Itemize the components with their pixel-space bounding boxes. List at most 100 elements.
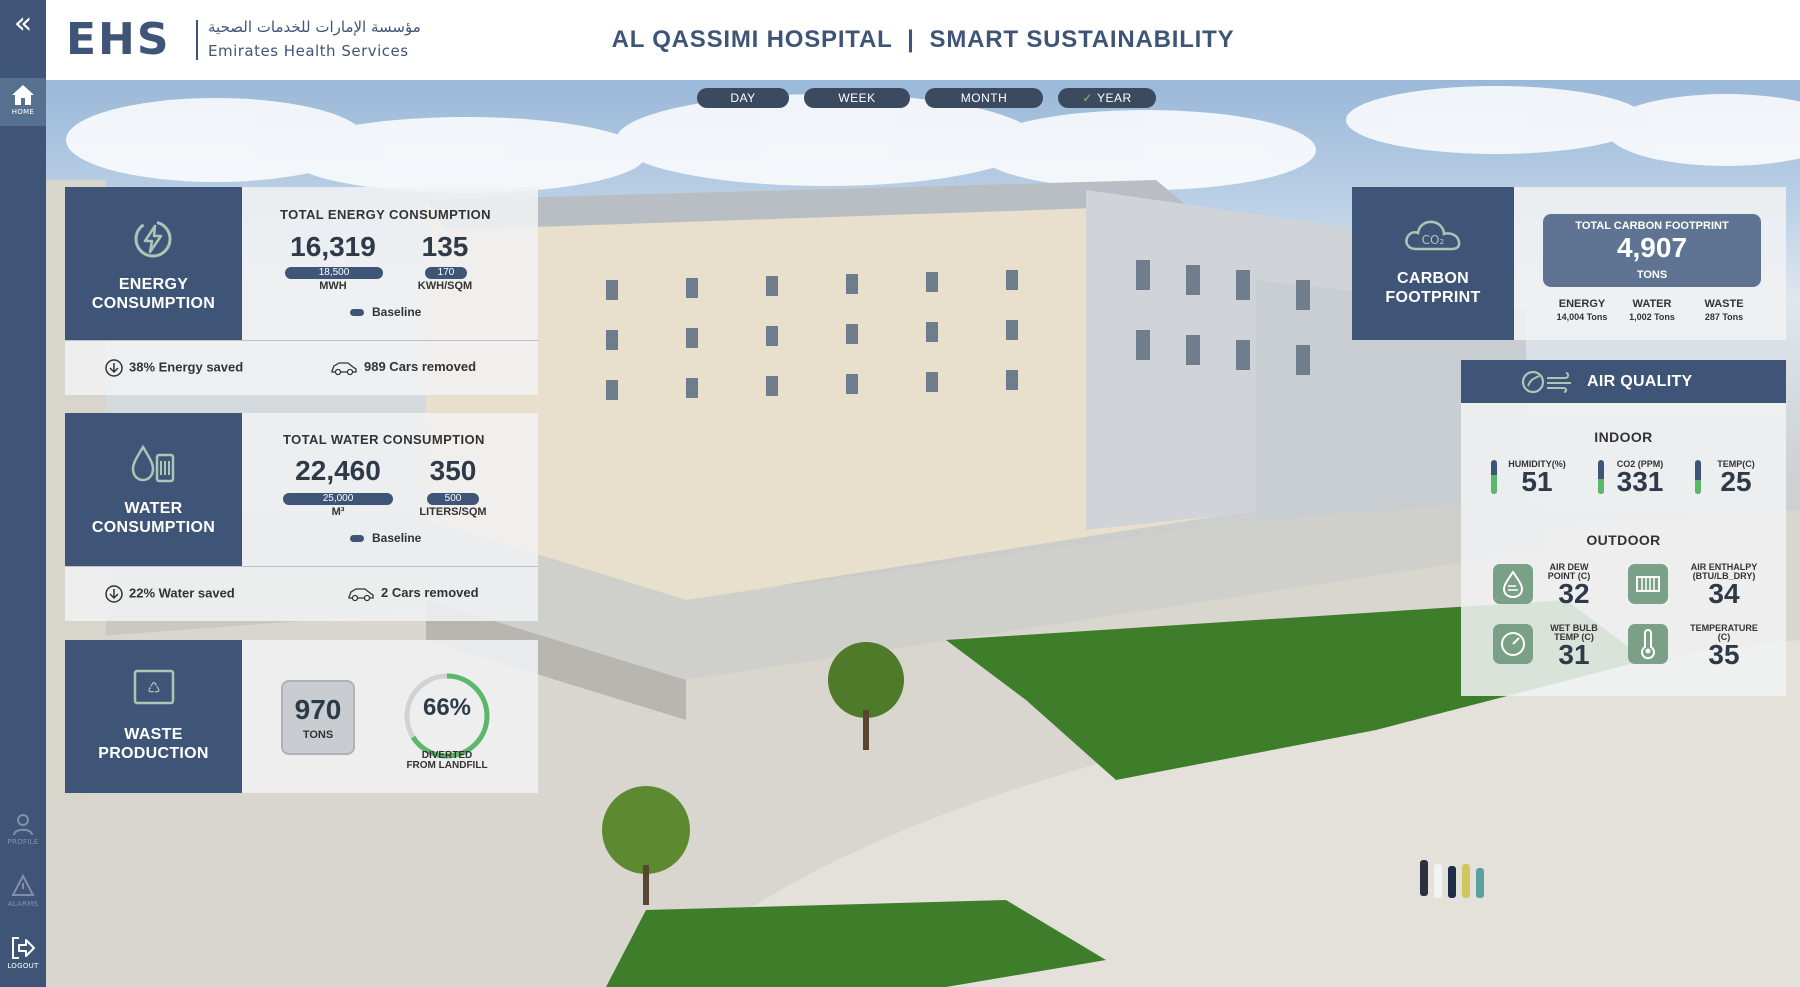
sidebar-item-profile[interactable]: PROFILE [0, 812, 46, 846]
total-energy-title: TOTAL ENERGY CONSUMPTION [280, 207, 491, 222]
carbon-energy-value: 14,004 Tons [1556, 312, 1608, 322]
water-cars-stat: 2 Cars removed [347, 585, 479, 602]
energy-consumption-panel: ENERGY CONSUMPTION TOTAL ENERGY CONSUMPT… [65, 187, 538, 395]
down-arrow-icon [105, 359, 123, 377]
tab-label: WEEK [838, 91, 876, 105]
tab-year[interactable]: ✓ YEAR [1058, 88, 1156, 108]
carbon-water-label: WATER [1632, 298, 1672, 310]
energy-cars-stat: 989 Cars removed [330, 359, 476, 376]
waste-tons-box: 970 TONS [281, 680, 355, 755]
air-quality-header[interactable]: AIR QUALITY [1461, 360, 1786, 403]
water-heading-line1: WATER [124, 500, 183, 517]
sidebar-item-alarms[interactable]: ALARMS [0, 874, 46, 908]
recycle-bin-icon: ♺ [133, 669, 175, 705]
energy-saved-stat: 38% Energy saved [105, 359, 243, 377]
water-divider [65, 566, 538, 567]
energy-heading-tile[interactable]: ENERGY CONSUMPTION [65, 187, 242, 340]
sidebar-item-label: ALARMS [7, 900, 39, 908]
tab-day[interactable]: DAY [697, 88, 789, 108]
water-consumption-panel: WATER CONSUMPTION TOTAL WATER CONSUMPTIO… [65, 413, 538, 621]
enthalpy-icon-tile [1628, 564, 1668, 604]
total-carbon-title: TOTAL CARBON FOOTPRINT [1575, 220, 1729, 232]
water-unit: M³ [331, 506, 345, 518]
energy-baseline-legend: Baseline [350, 305, 421, 319]
radiator-icon [1636, 576, 1660, 592]
water-saved-stat: 22% Water saved [105, 585, 235, 603]
temp-value: 25 [1720, 466, 1752, 497]
tab-month[interactable]: MONTH [925, 88, 1043, 108]
water-baseline-legend: Baseline [350, 531, 421, 545]
co2-label: CO₂ [1422, 233, 1445, 247]
energy-heading-line1: ENERGY [118, 276, 189, 293]
energy-saved-text: 38% Energy saved [129, 359, 244, 375]
energy-cars-text: 989 Cars removed [364, 359, 477, 374]
tab-label: MONTH [960, 91, 1008, 105]
diverted-value: 66% [422, 694, 472, 721]
sidebar-item-label: LOGOUT [7, 962, 39, 970]
dew-point-icon-tile [1493, 564, 1533, 604]
air-quality-panel: AIR QUALITY INDOOR HUMIDITY(%) 51 CO2 (P… [1461, 360, 1786, 696]
time-range-tabs: DAY WEEK MONTH ✓ YEAR [0, 88, 1800, 108]
enthalpy-value: 34 [1708, 578, 1740, 609]
carbon-water-value: 1,002 Tons [1629, 312, 1675, 322]
water-intensity-baseline-pill: 500 [427, 493, 479, 505]
carbon-heading-tile[interactable]: CO₂ CARBON FOOTPRINT [1352, 187, 1514, 340]
air-quality-icon [1521, 370, 1571, 394]
logout-icon [12, 937, 35, 959]
baseline-swatch [350, 535, 364, 543]
co2-cloud-icon: CO₂ [1405, 220, 1461, 251]
total-carbon-box: TOTAL CARBON FOOTPRINT 4,907 TONS [1543, 214, 1761, 287]
waste-production-panel: ♺ WASTE PRODUCTION 970 TONS 66% DIVERTED… [65, 640, 538, 793]
temperature-icon-tile [1628, 624, 1668, 664]
co2-value: 331 [1616, 466, 1664, 497]
carbon-heading-line2: FOOTPRINT [1385, 289, 1481, 306]
diverted-caption-line2: FROM LANDFILL [406, 760, 488, 771]
waste-tons-value: 970 [294, 694, 342, 725]
energy-icon [134, 220, 172, 258]
water-heading-line2: CONSUMPTION [91, 519, 216, 536]
car-icon [331, 361, 357, 375]
sidebar-item-label: HOME [11, 108, 35, 116]
baseline-label: Baseline [372, 305, 422, 319]
outdoor-title: OUTDOOR [1586, 532, 1661, 548]
gauge-dial-icon [1501, 632, 1525, 656]
indoor-title: INDOOR [1594, 429, 1653, 445]
sidebar-item-logout[interactable]: LOGOUT [0, 936, 46, 970]
water-cars-text: 2 Cars removed [381, 585, 479, 600]
down-arrow-icon [105, 585, 123, 603]
total-carbon-unit: TONS [1636, 269, 1668, 281]
thermometer-icon [1641, 629, 1655, 660]
tab-label: YEAR [1096, 91, 1132, 105]
energy-intensity-unit: KWH/SQM [417, 280, 473, 292]
energy-divider [65, 340, 538, 341]
car-icon [348, 587, 374, 601]
water-heading-tile[interactable]: WATER CONSUMPTION [65, 413, 242, 566]
carbon-footprint-panel: CO₂ CARBON FOOTPRINT TOTAL CARBON FOOTPR… [1352, 187, 1786, 340]
water-baseline-pill: 25,000 [283, 493, 393, 505]
tab-week[interactable]: WEEK [804, 88, 910, 108]
waste-heading-line1: WASTE [124, 726, 183, 743]
water-intensity-unit: LITERS/SQM [419, 506, 487, 518]
energy-baseline-pill: 18,500 [285, 267, 383, 279]
energy-unit: MWH [319, 280, 347, 292]
water-intensity-value: 350 [429, 455, 477, 486]
droplet-icon [1502, 570, 1524, 599]
energy-intensity-baseline-pill: 170 [425, 267, 467, 279]
sidebar: « HOME PROFILE ALARMS LOGOUT [0, 0, 46, 987]
check-icon: ✓ [1082, 91, 1093, 105]
water-value: 22,460 [295, 455, 381, 486]
baseline-swatch [350, 309, 364, 317]
carbon-energy-label: ENERGY [1558, 298, 1606, 310]
sidebar-item-label: PROFILE [7, 838, 39, 846]
baseline-label: Baseline [372, 531, 422, 545]
energy-value: 16,319 [290, 231, 376, 262]
water-saved-text: 22% Water saved [129, 585, 235, 601]
carbon-heading-line1: CARBON [1396, 270, 1470, 287]
water-icon [131, 444, 175, 483]
waste-heading-tile[interactable]: ♺ WASTE PRODUCTION [65, 640, 242, 793]
air-quality-title: AIR QUALITY [1587, 373, 1693, 390]
collapse-sidebar-button[interactable]: « [0, 0, 46, 52]
wet-bulb-value: 31 [1558, 639, 1590, 670]
temperature-value: 35 [1708, 639, 1740, 670]
energy-heading-line2: CONSUMPTION [91, 295, 216, 312]
